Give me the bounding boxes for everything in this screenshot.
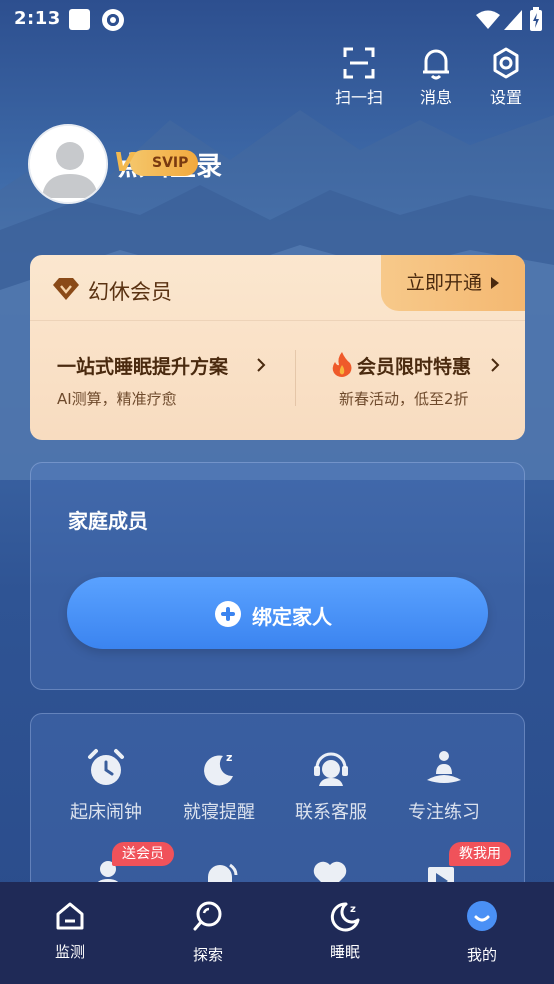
tutorial-tag: 教我用	[449, 842, 511, 866]
gift-vip-tag: 送会员	[112, 842, 174, 866]
triangle-right-icon	[491, 277, 500, 289]
explore-icon	[193, 901, 222, 931]
tool-wake-alarm[interactable]: 起床闹钟	[56, 748, 156, 824]
tab-mine[interactable]: 我的	[432, 882, 532, 984]
tool-label: 专注练习	[408, 802, 480, 823]
tool-label: 联系客服	[295, 802, 367, 823]
tool-label: 就寝提醒	[183, 802, 255, 823]
customer-service-icon	[314, 752, 348, 786]
alarm-clock-icon	[88, 749, 124, 785]
bottom-tab-bar: 监测 探索 z 睡眠 我的	[0, 882, 554, 984]
settings-button[interactable]: 设置	[471, 46, 541, 108]
open-vip-button[interactable]: 立即开通	[381, 255, 525, 311]
tab-label: 我的	[466, 946, 497, 964]
chevron-right-icon	[257, 358, 266, 372]
bell-icon	[423, 49, 449, 80]
battery-icon	[530, 7, 542, 31]
home-monitor-icon	[56, 902, 84, 930]
messages-button[interactable]: 消息	[401, 46, 471, 108]
fire-icon	[332, 352, 352, 377]
tab-label: 探索	[192, 946, 223, 964]
tool-focus-practice[interactable]: 专注练习	[394, 748, 494, 824]
moon-sleep-icon: z	[204, 751, 233, 786]
tool-label: 起床闹钟	[70, 802, 142, 823]
vip-feature-subtitle: 新春活动，低至2折	[339, 390, 469, 408]
status-time: 2:13	[14, 8, 61, 29]
scan-button[interactable]: 扫一扫	[324, 46, 394, 108]
sleep-moon-icon: z	[330, 902, 360, 932]
tab-sleep[interactable]: z 睡眠	[295, 882, 395, 984]
chevron-right-icon	[491, 358, 500, 372]
svip-v-icon: V	[114, 148, 135, 178]
status-bar: 2:13	[0, 0, 554, 40]
vip-feature-subtitle: AI测算，精准疗愈	[57, 390, 177, 408]
signal-icon	[504, 10, 522, 30]
tab-label: 睡眠	[329, 943, 360, 961]
messages-label: 消息	[419, 88, 452, 107]
svg-text:z: z	[226, 751, 232, 764]
gear-icon	[493, 47, 519, 79]
vip-title: 幻休会员	[88, 280, 172, 304]
tool-customer-service[interactable]: 联系客服	[281, 748, 381, 824]
wifi-icon	[476, 10, 500, 29]
svg-text:z: z	[350, 904, 356, 915]
notification-ring-icon	[102, 9, 124, 31]
profile-face-icon	[467, 901, 497, 931]
svip-badge: SVIP	[130, 150, 199, 176]
scan-icon	[343, 47, 375, 79]
tab-monitor[interactable]: 监测	[20, 882, 120, 984]
notification-square-icon	[69, 9, 90, 30]
vip-divider	[30, 320, 525, 321]
bind-family-label: 绑定家人	[252, 605, 332, 629]
tab-label: 监测	[54, 943, 85, 961]
tab-explore[interactable]: 探索	[158, 882, 258, 984]
tool-bedtime-reminder[interactable]: z 就寝提醒	[169, 748, 269, 824]
avatar[interactable]	[28, 124, 108, 204]
scan-label: 扫一扫	[334, 88, 383, 107]
diamond-icon	[53, 278, 79, 300]
vip-feature-title: 会员限时特惠	[357, 356, 472, 378]
vip-vertical-divider	[295, 350, 296, 406]
meditation-icon	[427, 751, 461, 783]
settings-label: 设置	[489, 88, 522, 107]
open-vip-label: 立即开通	[405, 272, 482, 294]
vip-feature-title: 一站式睡眠提升方案	[57, 356, 229, 378]
family-title: 家庭成员	[68, 509, 148, 533]
plus-circle-icon	[215, 601, 241, 627]
family-card	[30, 462, 525, 690]
